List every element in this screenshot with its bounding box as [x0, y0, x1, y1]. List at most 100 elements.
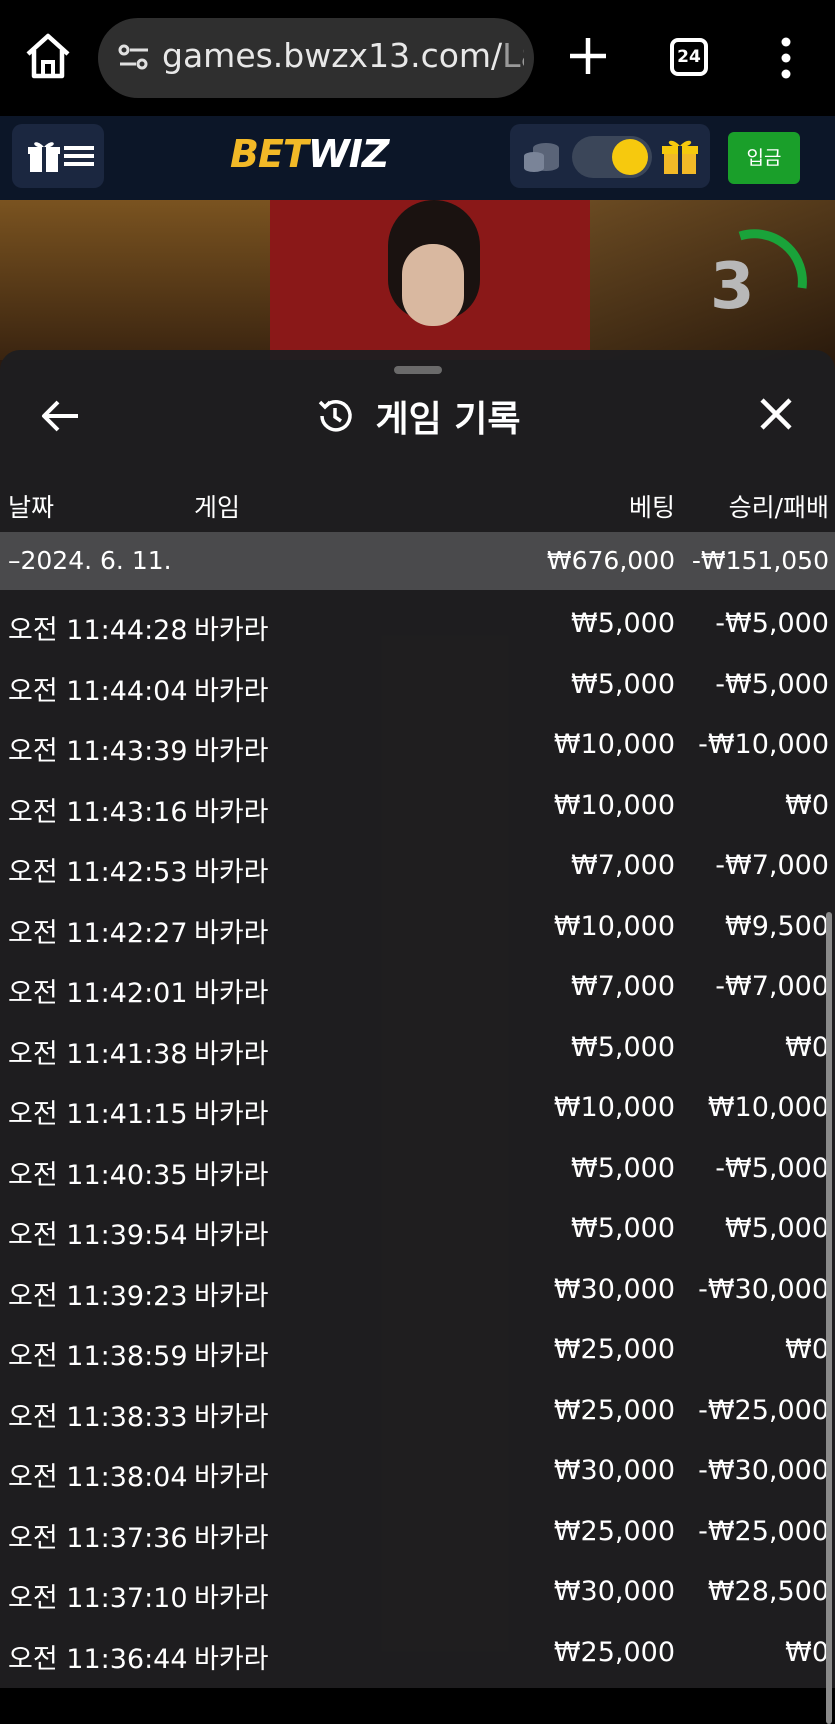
row-time: 오전 11:44:28 [8, 615, 188, 646]
table-row[interactable]: 오전 11:36:44 바카라 ₩25,000 ₩0 [0, 1619, 835, 1680]
table-header: 날짜 게임 베팅 승리/패배 [0, 478, 835, 532]
row-win-loss: ₩5,000 [725, 1213, 829, 1244]
row-time: 오전 11:41:38 [8, 1038, 188, 1070]
col-header-win-loss[interactable]: 승리/패배 [729, 488, 829, 524]
group-bet-total: ₩676,000 [546, 546, 675, 575]
row-win-loss: ₩0 [785, 1334, 829, 1365]
new-tab-icon[interactable] [568, 36, 608, 76]
row-time: 오전 11:42:01 [8, 978, 188, 1009]
game-history-sheet: 게임 기록 날짜 게임 베팅 승리/패배 –2024. 6. 11. ₩676,… [0, 350, 835, 1724]
header-tools [510, 124, 710, 188]
group-date: –2024. 6. 11. [8, 546, 172, 575]
row-game: 바카라 [194, 1220, 269, 1251]
table-row[interactable]: 오전 11:37:10 바카라 ₩30,000 ₩28,500 [0, 1558, 835, 1619]
row-game: 바카라 [194, 978, 269, 1009]
row-time: 오전 11:40:35 [8, 1159, 188, 1191]
row-game: 바카라 [194, 736, 269, 767]
sheet-title: 게임 기록 [375, 399, 521, 440]
row-time: 오전 11:44:04 [8, 675, 188, 707]
row-bet: ₩30,000 [553, 1455, 675, 1486]
date-group-row[interactable]: –2024. 6. 11. ₩676,000 -₩151,050 [0, 532, 835, 590]
address-bar[interactable]: games.bwzx13.com/La [98, 18, 534, 98]
menu-button[interactable] [12, 124, 104, 188]
row-win-loss: -₩10,000 [698, 729, 829, 760]
balance-toggle[interactable] [572, 136, 652, 178]
row-time: 오전 11:39:54 [8, 1220, 188, 1251]
row-win-loss: ₩0 [785, 789, 829, 821]
row-bet: ₩25,000 [553, 1515, 675, 1547]
row-time: 오전 11:39:23 [8, 1280, 188, 1312]
row-bet: ₩10,000 [553, 1092, 675, 1123]
row-bet: ₩7,000 [571, 850, 675, 881]
table-row[interactable]: 오전 11:41:15 바카라 ₩10,000 ₩10,000 [0, 1074, 835, 1135]
close-icon[interactable] [756, 394, 796, 434]
deposit-button[interactable]: 입금 [728, 132, 800, 184]
row-game: 바카라 [194, 615, 269, 646]
dealer-face [402, 244, 464, 326]
table-row[interactable]: 오전 11:42:27 바카라 ₩10,000 ₩9,500 [0, 893, 835, 954]
row-bet: ₩30,000 [553, 1576, 675, 1607]
row-time: 오전 11:43:39 [8, 736, 188, 767]
col-header-date[interactable]: 날짜 [8, 488, 54, 524]
row-game: 바카라 [194, 1401, 269, 1433]
row-bet: ₩25,000 [553, 1636, 675, 1668]
coins-icon[interactable] [522, 138, 562, 174]
sheet-drag-handle[interactable] [394, 366, 442, 374]
row-time: 오전 11:43:16 [8, 796, 188, 828]
logo-bet: BET [230, 132, 309, 176]
row-game: 바카라 [194, 1522, 269, 1554]
row-win-loss: -₩5,000 [715, 608, 829, 639]
row-win-loss: -₩25,000 [698, 1394, 829, 1426]
tab-switcher-button[interactable]: 24 [670, 38, 708, 76]
row-bet: ₩5,000 [571, 1213, 675, 1244]
round-countdown: 3 [710, 250, 755, 324]
table-row[interactable]: 오전 11:44:28 바카라 ₩5,000 -₩5,000 [0, 590, 835, 651]
gift-icon [28, 142, 60, 172]
row-bet: ₩7,000 [571, 971, 675, 1002]
row-time: 오전 11:41:15 [8, 1099, 188, 1130]
site-logo[interactable]: BETWIZ [230, 132, 389, 176]
table-row[interactable]: 오전 11:39:23 바카라 ₩30,000 -₩30,000 [0, 1256, 835, 1317]
url-text[interactable]: games.bwzx13.com/La [162, 36, 524, 75]
table-row[interactable]: 오전 11:42:53 바카라 ₩7,000 -₩7,000 [0, 832, 835, 893]
row-win-loss: -₩7,000 [715, 850, 829, 881]
row-game: 바카라 [194, 796, 269, 828]
table-row[interactable]: 오전 11:43:39 바카라 ₩10,000 -₩10,000 [0, 711, 835, 772]
site-settings-icon[interactable] [116, 40, 152, 76]
row-time: 오전 11:36:44 [8, 1643, 188, 1675]
row-win-loss: ₩0 [785, 1031, 829, 1063]
col-header-bet[interactable]: 베팅 [629, 488, 675, 524]
row-win-loss: -₩5,000 [715, 668, 829, 700]
row-bet: ₩30,000 [553, 1273, 675, 1305]
table-row[interactable]: 오전 11:38:33 바카라 ₩25,000 -₩25,000 [0, 1377, 835, 1438]
scrollbar[interactable] [826, 912, 832, 1724]
row-time: 오전 11:38:59 [8, 1341, 188, 1372]
table-row[interactable]: 오전 11:42:01 바카라 ₩7,000 -₩7,000 [0, 953, 835, 1014]
url-main: games.bwzx13.com/ [162, 36, 503, 75]
home-icon[interactable] [22, 30, 74, 82]
row-game: 바카라 [194, 917, 269, 949]
table-row[interactable]: 오전 11:38:59 바카라 ₩25,000 ₩0 [0, 1316, 835, 1377]
table-row[interactable]: 오전 11:43:16 바카라 ₩10,000 ₩0 [0, 772, 835, 833]
table-row[interactable]: 오전 11:41:38 바카라 ₩5,000 ₩0 [0, 1014, 835, 1075]
more-menu-icon[interactable] [776, 36, 796, 80]
url-tail: La [502, 36, 524, 75]
row-game: 바카라 [194, 857, 269, 888]
table-row[interactable]: 오전 11:39:54 바카라 ₩5,000 ₩5,000 [0, 1195, 835, 1256]
row-game: 바카라 [194, 1643, 269, 1675]
row-game: 바카라 [194, 675, 269, 707]
row-bet: ₩5,000 [571, 608, 675, 639]
promo-gift-icon[interactable] [660, 136, 700, 176]
row-time: 오전 11:38:04 [8, 1462, 188, 1493]
table-row[interactable]: 오전 11:40:35 바카라 ₩5,000 -₩5,000 [0, 1135, 835, 1196]
col-header-game[interactable]: 게임 [194, 488, 240, 524]
table-row[interactable]: 오전 11:38:04 바카라 ₩30,000 -₩30,000 [0, 1437, 835, 1498]
row-win-loss: -₩30,000 [698, 1273, 829, 1305]
row-bet: ₩10,000 [553, 729, 675, 760]
table-row[interactable]: 오전 11:37:36 바카라 ₩25,000 -₩25,000 [0, 1498, 835, 1559]
table-row[interactable]: 오전 11:44:04 바카라 ₩5,000 -₩5,000 [0, 651, 835, 712]
row-game: 바카라 [194, 1280, 269, 1312]
row-bet: ₩25,000 [553, 1334, 675, 1365]
history-rows: 오전 11:44:28 바카라 ₩5,000 -₩5,000 오전 11:44:04 바카… [0, 590, 835, 1679]
row-game: 바카라 [194, 1159, 269, 1191]
